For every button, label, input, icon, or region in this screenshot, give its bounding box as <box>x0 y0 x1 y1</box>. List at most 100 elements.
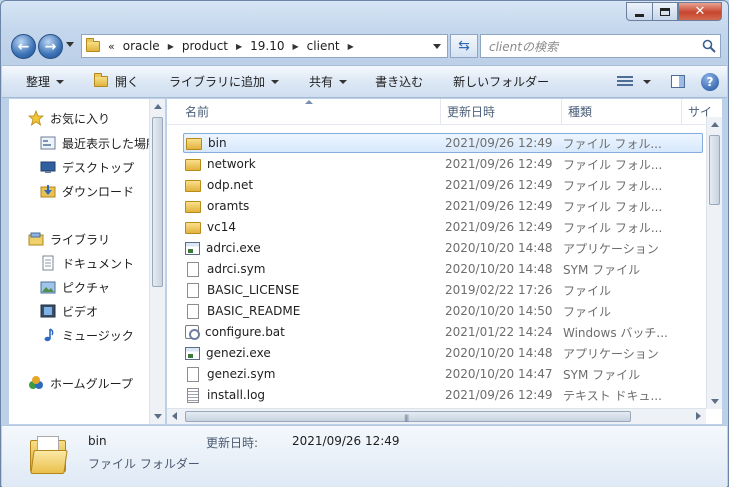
breadcrumb-oracle[interactable]: oracle <box>123 39 160 53</box>
scroll-up-icon[interactable] <box>711 122 719 127</box>
application-icon <box>185 346 200 360</box>
table-row[interactable]: adrci.exe 2020/10/20 14:48 アプリケーション <box>183 238 703 258</box>
star-icon <box>28 110 44 126</box>
nav-favorites[interactable]: お気に入り <box>28 107 110 129</box>
file-date: 2020/10/20 14:50 <box>445 304 553 318</box>
scroll-down-icon[interactable] <box>711 399 719 404</box>
table-row[interactable]: genezi.exe 2020/10/20 14:48 アプリケーション <box>183 343 703 363</box>
refresh-button[interactable]: ⇆ <box>450 34 478 58</box>
nav-music[interactable]: ミュージック <box>40 324 134 346</box>
table-row[interactable]: genezi.sym 2020/10/20 14:47 SYM ファイル <box>183 364 703 384</box>
address-dropdown-icon[interactable] <box>433 44 441 49</box>
file-list-pane: 名前 更新日時 種類 サイ bin 2021/09/26 12:49 ファイル … <box>167 99 722 424</box>
chevron-right-icon[interactable]: ▶ <box>168 42 174 51</box>
chevron-right-icon[interactable]: ▶ <box>293 42 299 51</box>
file-date: 2020/10/20 14:48 <box>445 262 553 276</box>
open-folder-icon <box>94 73 109 87</box>
nav-documents[interactable]: ドキュメント <box>40 252 134 274</box>
file-name: genezi.sym <box>207 367 276 381</box>
breadcrumb-product[interactable]: product <box>182 39 228 53</box>
open-button[interactable]: 開く <box>94 66 139 97</box>
file-name: bin <box>208 136 227 150</box>
column-header-type[interactable]: 種類 <box>562 99 682 124</box>
preview-pane-icon[interactable] <box>671 75 685 88</box>
nav-libraries[interactable]: ライブラリ <box>28 228 110 250</box>
file-type: SYM ファイル <box>563 367 641 382</box>
search-input[interactable]: clientの検索 <box>480 34 721 58</box>
table-row[interactable]: odp.net 2021/09/26 12:49 ファイル フォル... <box>183 175 703 195</box>
breadcrumb-overflow[interactable]: « <box>108 40 115 53</box>
maximize-button[interactable] <box>652 2 678 21</box>
forward-button[interactable]: → <box>38 34 63 59</box>
include-in-library-button[interactable]: ライブラリに追加 <box>169 66 280 97</box>
details-item-type: ファイル フォルダー <box>88 457 200 471</box>
breadcrumb-client[interactable]: client <box>307 39 340 53</box>
file-name: BASIC_README <box>207 304 301 318</box>
chevron-down-icon <box>643 79 651 84</box>
breadcrumb: « oracle ▶ product ▶ 19.10 ▶ client ▶ <box>108 39 362 53</box>
file-name: network <box>207 157 256 171</box>
scroll-thumb[interactable] <box>709 135 720 205</box>
recent-pages-dropdown[interactable] <box>66 42 74 47</box>
file-date: 2020/10/20 14:48 <box>445 346 553 360</box>
file-icon <box>187 366 199 382</box>
scroll-thumb[interactable] <box>152 117 163 287</box>
breadcrumb-19-10[interactable]: 19.10 <box>250 39 284 53</box>
table-row[interactable]: install.log 2021/09/26 12:49 テキスト ドキュ... <box>183 385 703 405</box>
nav-pictures[interactable]: ピクチャ <box>40 276 110 298</box>
folder-icon <box>185 201 201 213</box>
chevron-down-icon <box>56 79 65 84</box>
organize-button[interactable]: 整理 <box>26 66 65 97</box>
new-folder-button[interactable]: 新しいフォルダー <box>453 66 549 97</box>
nav-favorites-label: お気に入り <box>50 111 111 126</box>
table-row[interactable]: network 2021/09/26 12:49 ファイル フォル... <box>183 154 703 174</box>
nav-pictures-label: ピクチャ <box>62 280 110 295</box>
minimize-icon <box>635 13 644 17</box>
details-item-name: bin <box>88 434 107 448</box>
file-list-vertical-scrollbar[interactable] <box>706 117 722 409</box>
file-type: テキスト ドキュ... <box>563 388 662 403</box>
file-icon <box>187 261 199 277</box>
table-row[interactable]: BASIC_LICENSE 2019/02/22 17:26 ファイル <box>183 280 703 300</box>
close-button[interactable]: ✕ <box>678 2 722 21</box>
nav-homegroup[interactable]: ホームグループ <box>28 372 133 394</box>
file-type: ファイル <box>563 283 612 298</box>
navigation-pane-scrollbar[interactable] <box>149 99 165 424</box>
scroll-thumb[interactable]: ||| <box>185 411 631 422</box>
file-date: 2020/10/20 14:48 <box>445 241 553 255</box>
change-view-button[interactable] <box>617 66 651 97</box>
file-type: Windows バッチ... <box>563 325 668 340</box>
nav-downloads[interactable]: ダウンロード <box>40 180 134 202</box>
chevron-right-icon[interactable]: ▶ <box>236 42 242 51</box>
table-row[interactable]: vc14 2021/09/26 12:49 ファイル フォル... <box>183 217 703 237</box>
minimize-button[interactable] <box>626 2 652 21</box>
chevron-right-icon[interactable]: ▶ <box>348 42 354 51</box>
help-icon[interactable]: ? <box>701 72 719 91</box>
search-icon[interactable] <box>702 39 716 53</box>
table-row[interactable]: BASIC_README 2020/10/20 14:50 ファイル <box>183 301 703 321</box>
share-button[interactable]: 共有 <box>309 66 348 97</box>
scroll-right-icon[interactable] <box>696 412 701 420</box>
navigation-pane: お気に入り 最近表示した場所 デスクトップ ダウンロード ライブラリ ドキュメン… <box>9 99 165 424</box>
nav-desktop[interactable]: デスクトップ <box>40 156 134 178</box>
file-list-horizontal-scrollbar[interactable]: ||| <box>167 408 706 424</box>
table-row[interactable]: bin 2021/09/26 12:49 ファイル フォル... <box>183 133 703 153</box>
column-header-date[interactable]: 更新日時 <box>441 99 562 124</box>
column-header-name[interactable]: 名前 <box>167 99 441 124</box>
address-bar[interactable]: « oracle ▶ product ▶ 19.10 ▶ client ▶ <box>81 34 448 58</box>
nav-recent-places[interactable]: 最近表示した場所 <box>40 132 158 154</box>
table-row[interactable]: adrci.sym 2020/10/20 14:48 SYM ファイル <box>183 259 703 279</box>
scroll-up-icon[interactable] <box>154 104 162 109</box>
table-row[interactable]: configure.bat 2021/01/22 14:24 Windows バ… <box>183 322 703 342</box>
table-row[interactable]: oramts 2021/09/26 12:49 ファイル フォル... <box>183 196 703 216</box>
back-button[interactable]: ← <box>11 34 36 59</box>
include-library-label: ライブラリに追加 <box>169 75 266 89</box>
file-type: SYM ファイル <box>563 262 641 277</box>
nav-videos[interactable]: ビデオ <box>40 300 98 322</box>
scroll-down-icon[interactable] <box>154 414 162 419</box>
burn-button[interactable]: 書き込む <box>375 66 423 97</box>
file-name: adrci.sym <box>207 262 266 276</box>
open-label: 開く <box>115 75 140 89</box>
new-folder-label: 新しいフォルダー <box>453 75 550 89</box>
scroll-left-icon[interactable] <box>172 412 177 420</box>
